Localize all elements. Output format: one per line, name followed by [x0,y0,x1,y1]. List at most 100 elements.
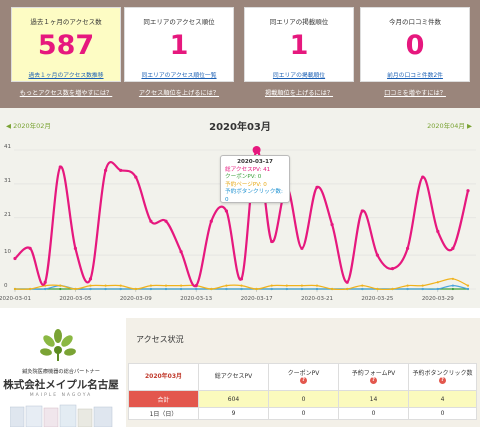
data-point-pv [28,246,32,250]
howto-reviews-link[interactable]: 口コミを増やすには？ [360,88,470,97]
table-row: 1日（日） 9 0 0 0 [128,407,477,420]
data-point-pv [179,250,183,254]
x-tick-label: 2020-03-29 [422,296,454,302]
kpi-title: 同エリアの掲載順位 [269,18,329,26]
help-icon[interactable]: ? [370,377,377,384]
howto-access-link[interactable]: もっとアクセス数を増やすには？ [11,88,121,97]
data-point-button [240,287,243,291]
data-point-coupon [451,287,454,291]
howto-access-rank-link[interactable]: アクセス順位を上げるには？ [124,88,234,97]
highlight-point [252,146,261,154]
table-cell: 0 [268,390,339,408]
x-tick-label: 2020-03-13 [180,296,212,302]
data-point-pv [164,219,168,223]
table-header-cell: 予約フォームPV? [338,363,409,391]
howto-listing-rank-link[interactable]: 掲載順位を上げるには？ [244,88,354,97]
y-tick-label: 41 [4,144,11,150]
access-status-title: アクセス状況 [136,335,184,344]
access-line-chart[interactable]: 0 10 21 31 41 2020-03-01 2020-03-05 2020-03-09 2… [0,108,480,308]
data-point-form [315,284,319,287]
kpi-card-listing-rank: 同エリアの掲載順位 1 同エリアの掲載順位 [244,7,354,82]
data-point-form [436,281,439,284]
x-tick-label: 2020-03-09 [120,296,152,302]
data-point-button [300,287,303,291]
table-header-cell: クーポンPV? [268,363,339,391]
data-point-pv [88,277,93,281]
header-form-label: 予約フォームPV [351,369,396,377]
kpi-card-access: 過去１ヶ月のアクセス数 587 過去１ヶ月のアクセス数推移 [11,7,121,82]
data-point-form [225,284,228,287]
table-cell: 0 [268,407,339,420]
data-point-form [376,287,379,291]
data-point-pv [421,175,425,179]
table-cell: 604 [198,390,269,408]
x-tick-label: 2020-03-17 [241,296,273,302]
table-cell: 4 [408,390,477,408]
kpi-link[interactable]: 過去１ヶ月のアクセス数推移 [12,70,120,79]
total-label: 合計 [128,390,199,408]
data-point-button [195,287,198,291]
data-point-pv [43,280,47,284]
data-point-pv [194,284,198,288]
data-point-button [104,287,107,291]
data-point-pv [451,246,455,250]
data-point-form [13,287,17,291]
company-tagline: 鍼灸院医療機器の総合パートナー [22,369,100,375]
data-point-form [300,284,303,287]
data-point-form [210,287,213,291]
data-point-form [29,287,32,291]
data-point-form [466,284,470,287]
kpi-link[interactable]: 前月の口コミ件数2件 [361,70,469,79]
data-point-pv [315,185,319,189]
data-point-pv [466,189,470,193]
data-point-button [270,287,273,291]
y-tick-label: 21 [4,212,11,218]
data-point-form [134,287,137,291]
kpi-title: 今月の口コミ件数 [389,18,441,26]
data-point-form [104,284,107,287]
data-point-button [421,287,424,291]
kpi-value: 1 [289,30,309,61]
kpi-value: 1 [169,30,189,61]
data-point-pv [224,209,228,213]
data-point-button [44,287,47,291]
data-point-pv [104,168,108,172]
tooltip-date: 2020-03-17 [237,159,273,165]
table-cell: 9 [198,407,269,420]
help-icon[interactable]: ? [300,377,307,384]
y-tick-label: 0 [4,283,8,289]
help-icon[interactable]: ? [439,377,446,384]
data-point-form [240,284,243,287]
kpi-link[interactable]: 同エリアのアクセス順位一覧 [125,70,233,79]
data-point-pv [375,253,379,257]
data-point-form [149,284,152,287]
data-point-form [59,284,62,287]
data-point-pv [73,246,77,250]
access-status-panel: アクセス状況 2020年03月 総アクセスPV クーポンPV? 予約フォームPV… [126,318,480,427]
data-point-pv [239,277,244,281]
table-month-label: 2020年03月 [128,363,199,391]
data-point-form [285,284,288,287]
chart-panel: ◀ 2020年02月 2020年03月 2020年04月 ▶ 0 10 21 31 41… [0,108,480,308]
table-header-row: 2020年03月 総アクセスPV クーポンPV? 予約フォームPV? 予約ボタン… [128,363,477,391]
data-point-form [451,277,454,280]
header-pv-label: 総アクセスPV [214,373,253,381]
data-point-form [164,284,168,287]
data-point-button [406,287,409,291]
kpi-value: 587 [37,30,95,61]
kpi-link[interactable]: 同エリアの掲載順位 [245,70,353,79]
data-point-button [466,287,470,291]
data-point-button [361,287,364,291]
data-point-form [346,287,349,291]
x-tick-label: 2020-03-01 [0,296,31,302]
access-table: 2020年03月 総アクセスPV クーポンPV? 予約フォームPV? 予約ボタン… [128,363,477,420]
header-coupon-label: クーポンPV [287,369,320,377]
table-cell: 14 [338,390,409,408]
table-cell: 0 [338,407,409,420]
data-point-button [315,287,319,291]
x-tick-label: 2020-03-05 [59,296,91,302]
data-point-button [89,287,92,291]
data-point-pv [58,165,62,169]
tooltip-button: 予約ボタンクリック数: 0 [225,189,283,203]
company-roman-name: MAIPLE NAGOYA [29,393,93,398]
